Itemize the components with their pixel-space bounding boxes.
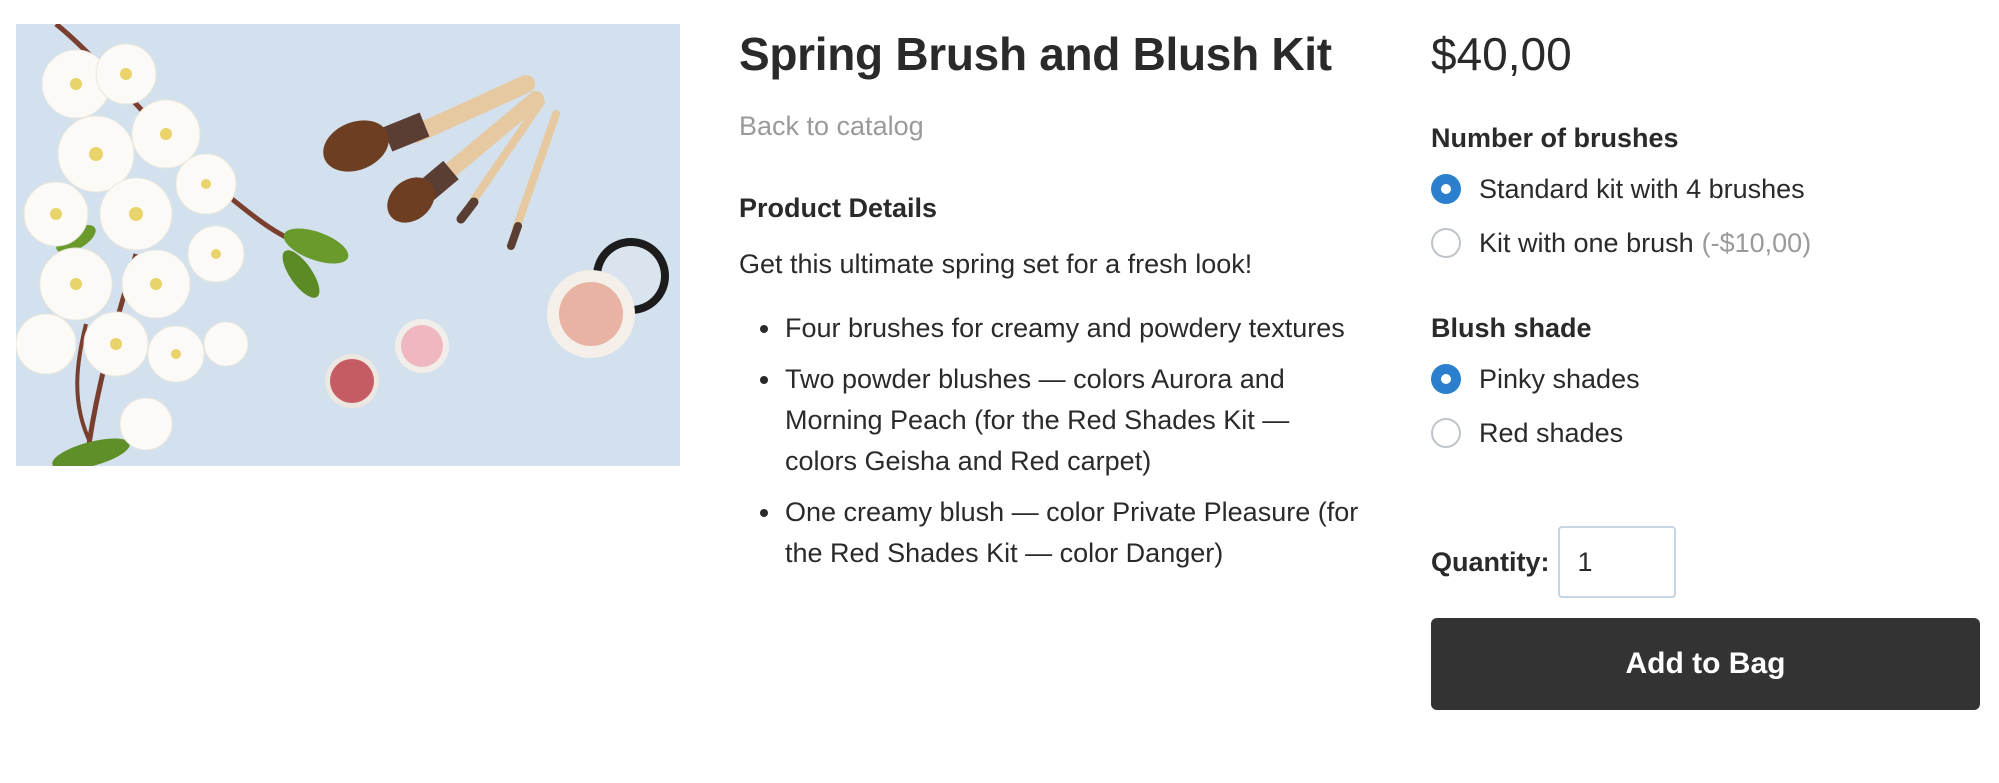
brushes-options: Standard kit with 4 brushes Kit with one…: [1431, 162, 1980, 270]
shade-option-red[interactable]: Red shades: [1431, 406, 1980, 460]
product-image: [16, 24, 680, 466]
product-intro: Get this ultimate spring set for a fresh…: [739, 249, 1253, 279]
feature-item: Four brushes for creamy and powdery text…: [783, 308, 1359, 349]
product-details-heading: Product Details: [739, 193, 938, 223]
product-details: Spring Brush and Blush Kit Back to catal…: [739, 22, 1359, 584]
radio-unselected[interactable]: [1431, 228, 1461, 258]
shade-option-label: Pinky shades: [1479, 363, 1640, 394]
quantity-input[interactable]: [1557, 526, 1676, 598]
quantity-row: Quantity:: [1431, 526, 1980, 598]
radio-unselected[interactable]: [1431, 418, 1461, 448]
feature-item: One creamy blush — color Private Pleasur…: [783, 492, 1359, 574]
product-title: Spring Brush and Blush Kit: [739, 28, 1332, 80]
shade-option-pinky[interactable]: Pinky shades: [1431, 352, 1980, 406]
brush-option-label: Kit with one brush: [1479, 227, 1694, 258]
price-adjustment: (-$10,00): [1701, 227, 1812, 258]
brush-option-label: Standard kit with 4 brushes: [1479, 173, 1805, 204]
purchase-panel: $40,00 Number of brushes Standard kit wi…: [1431, 22, 1980, 710]
quantity-label: Quantity:: [1431, 546, 1550, 577]
feature-list: Four brushes for creamy and powdery text…: [739, 308, 1359, 574]
feature-item: Two powder blushes — colors Aurora and M…: [783, 359, 1359, 482]
shade-options: Pinky shades Red shades: [1431, 352, 1980, 460]
brush-option-standard[interactable]: Standard kit with 4 brushes: [1431, 162, 1980, 216]
shade-option-heading: Blush shade: [1431, 313, 1592, 343]
add-to-bag-button[interactable]: Add to Bag: [1431, 618, 1980, 710]
back-to-catalog-link[interactable]: Back to catalog: [739, 108, 924, 144]
brush-option-one[interactable]: Kit with one brush (-$10,00): [1431, 216, 1980, 270]
radio-selected[interactable]: [1431, 364, 1461, 394]
product-price: $40,00: [1431, 28, 1572, 80]
shade-option-label: Red shades: [1479, 417, 1624, 448]
brushes-option-heading: Number of brushes: [1431, 123, 1679, 153]
radio-selected[interactable]: [1431, 174, 1461, 204]
